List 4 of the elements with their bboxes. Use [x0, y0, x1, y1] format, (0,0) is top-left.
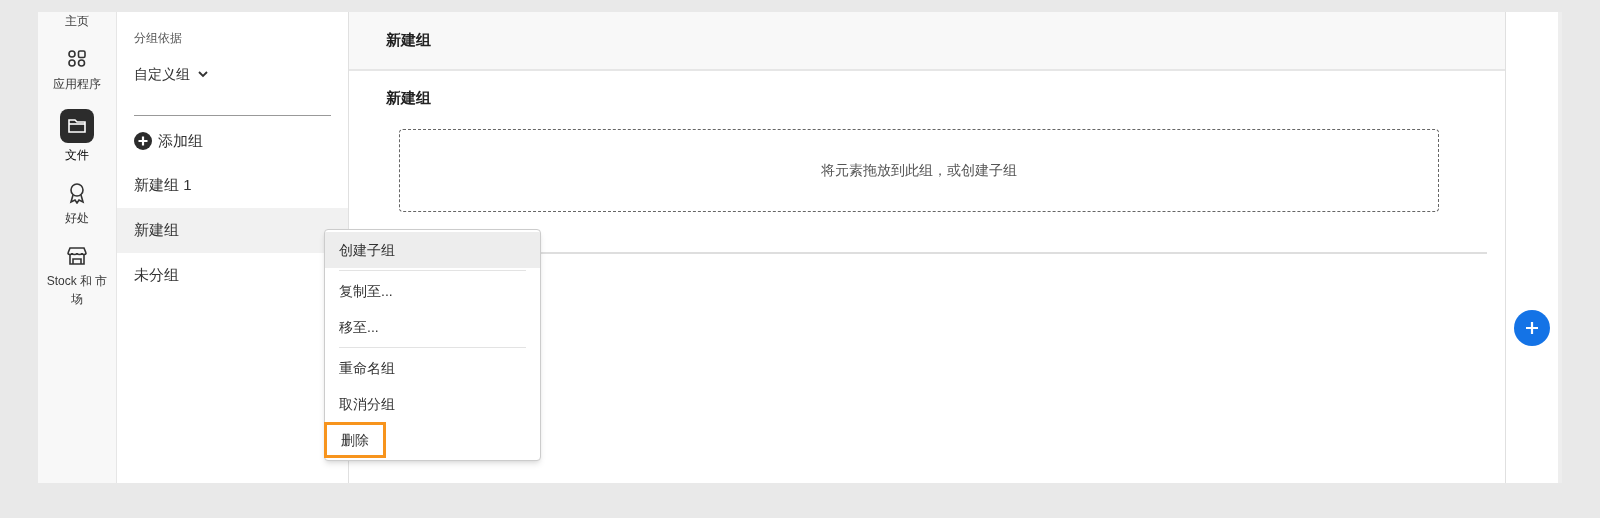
section-title: 新建组 — [386, 88, 432, 108]
drop-zone: 将元素拖放到此组，或创建子组 — [399, 129, 1439, 212]
page-header: 新建组 — [349, 12, 1505, 71]
group-by-label: 分组依据 — [134, 30, 183, 46]
